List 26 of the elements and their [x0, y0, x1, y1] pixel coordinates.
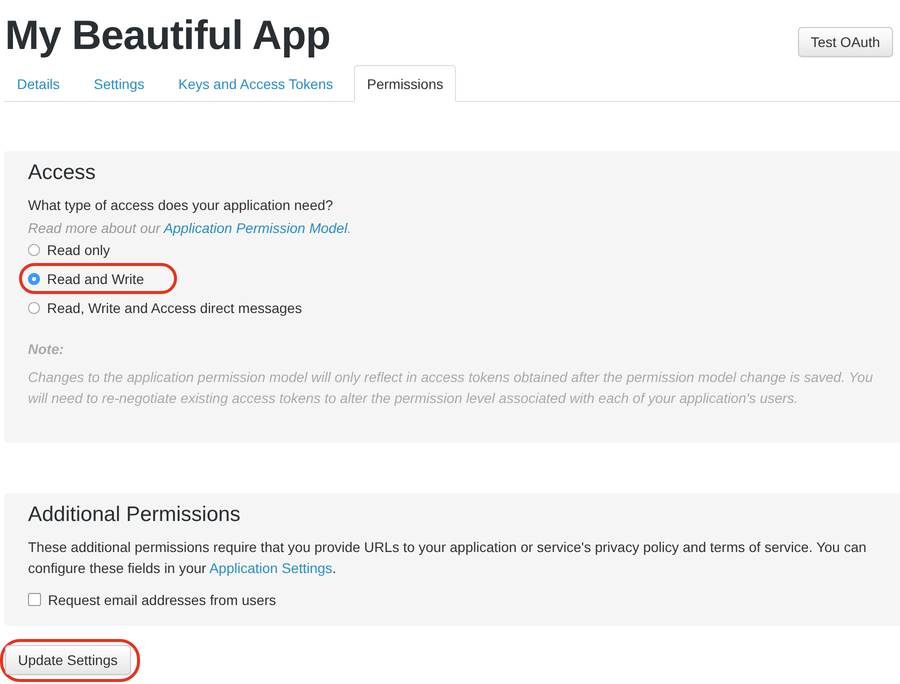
radio-option[interactable]: Read, Write and Access direct messages — [28, 295, 302, 320]
note-label: Note: — [28, 341, 65, 357]
tab[interactable]: Settings — [80, 65, 158, 102]
tab[interactable]: Details — [4, 65, 73, 102]
radio-option[interactable]: Read only — [28, 237, 110, 262]
note-text: Changes to the application permission model will only reflect in access tokens obtained after the permission model change is saved. You will need to re-negotiate existing access tokens to alter the permission level associated with each of your application's users. — [28, 368, 874, 408]
section-heading: Additional Permissions — [28, 503, 242, 527]
hint-text: Read more about our Application Permission Model. — [28, 220, 352, 236]
permissions-text: These additional permissions require that you provide URLs to your application or service's privacy policy and terms of service. You can configure these fields in your Application Settings. — [28, 538, 868, 578]
access-question: What type of access does your application need? — [28, 196, 334, 215]
tab[interactable]: Permissions — [354, 65, 456, 102]
option-label: Read only — [47, 242, 110, 258]
checkbox-label: Request email addresses from users — [48, 592, 276, 608]
option-label: Read, Write and Access direct messages — [47, 300, 302, 316]
checkbox-option[interactable]: Request email addresses from users — [28, 587, 276, 612]
radio-icon[interactable] — [28, 244, 40, 256]
test-oauth-button[interactable]: Test OAuth — [798, 27, 893, 57]
section-heading: Access — [28, 161, 97, 185]
app-title: My Beautiful App — [5, 11, 330, 60]
update-settings-button[interactable]: Update Settings — [5, 645, 131, 675]
radio-icon[interactable] — [28, 302, 40, 314]
radio-icon[interactable] — [28, 272, 40, 284]
radio-option[interactable]: Read and Write — [28, 266, 144, 291]
checkbox[interactable] — [28, 593, 41, 606]
option-label: Read and Write — [47, 270, 144, 286]
tab[interactable]: Keys and Access Tokens — [165, 65, 346, 102]
